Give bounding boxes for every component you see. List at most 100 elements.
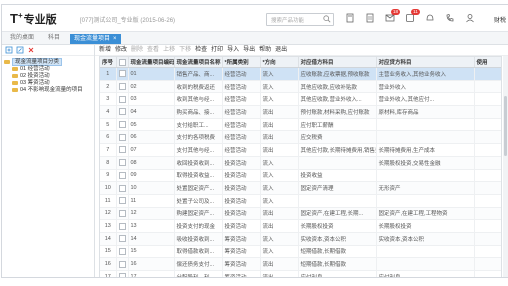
tab-1[interactable]: 科目 (44, 33, 64, 43)
table-cell[interactable] (116, 232, 129, 246)
table-row[interactable]: 15 15 取得借款收到... 筹资活动 流入 短期借款,长期借款 (100, 245, 501, 259)
toolbar-button[interactable]: 上移 (163, 47, 175, 53)
toolbar-button[interactable]: 查看 (147, 47, 159, 53)
table-row[interactable]: 17 17 分配股利、利... 筹资活动 流出 应付利息 应付利息 (100, 270, 501, 277)
table-row[interactable]: 13 13 投资支付的现金 投资活动 流出 长期股权投资 长期股权投资 (100, 219, 501, 233)
table-cell[interactable] (116, 245, 129, 259)
table-row[interactable]: 9 09 取得投资收益... 投资活动 流入 投资收益 (100, 169, 501, 183)
delete-category-icon[interactable] (27, 46, 35, 54)
table-cell[interactable] (116, 169, 129, 183)
column-header[interactable]: 现金流量项目编码 (128, 57, 175, 68)
row-checkbox[interactable] (118, 108, 126, 116)
column-header[interactable]: 现金流量项目名称 (174, 57, 223, 68)
column-header[interactable] (116, 57, 129, 68)
tab-2[interactable]: 现金流量项目 × (70, 34, 121, 44)
row-checkbox[interactable] (118, 83, 126, 91)
row-checkbox[interactable] (118, 70, 126, 78)
table-row[interactable]: 16 16 偿还债务支付... 筹资活动 流出 短期借款,长期借款 (100, 257, 501, 271)
column-header[interactable]: 使用 (474, 57, 501, 68)
search-icon[interactable] (323, 15, 331, 23)
table-row[interactable]: 4 04 购买商品、接... 经营活动 流出 预付账款,材料采购,应付账款 原材料,库存商品 (100, 105, 501, 119)
tab-0[interactable]: 我的桌面 (6, 33, 38, 43)
tree-node[interactable]: 02 投资活动 (4, 73, 83, 80)
column-header[interactable]: 对应贷方科目 (376, 57, 475, 68)
row-checkbox[interactable] (118, 260, 126, 268)
tree-node[interactable]: 04 不影响现金流量的项目 (4, 87, 83, 94)
close-tab-icon[interactable]: × (113, 36, 117, 42)
row-checkbox[interactable] (118, 184, 126, 192)
edit-category-icon[interactable] (16, 46, 24, 54)
row-checkbox[interactable] (118, 121, 126, 129)
table-cell: 收到其他与经... (174, 92, 223, 107)
row-checkbox[interactable] (118, 235, 126, 243)
tree-root[interactable]: 现金流量项目分类 (4, 58, 83, 66)
table-cell[interactable] (116, 67, 129, 81)
table-row[interactable]: 1 01 销售产品、商... 经营活动 流入 应收账款,应收票据,预收账款 主营业务收入,其… (100, 67, 501, 81)
tree-node[interactable]: 01 经营活动 (4, 66, 83, 73)
table-cell[interactable] (116, 156, 129, 170)
table-cell[interactable] (116, 80, 129, 94)
table-cell[interactable] (116, 143, 129, 157)
row-checkbox[interactable] (118, 171, 126, 179)
table-cell[interactable] (116, 270, 129, 277)
toolbar-button[interactable]: 帮助 (259, 47, 271, 53)
row-checkbox[interactable] (118, 146, 126, 154)
column-header[interactable]: 序号 (100, 57, 117, 68)
row-checkbox[interactable] (118, 222, 126, 230)
user-icon[interactable] (465, 13, 475, 23)
table-row[interactable]: 7 07支付其他与经...经营活动流出其他应付款,长期待摊费用,销售费用长期待摊费… (100, 143, 501, 157)
calculator-icon[interactable] (345, 13, 355, 23)
table-cell[interactable] (116, 130, 129, 145)
add-category-icon[interactable] (5, 46, 13, 54)
row-checkbox[interactable] (118, 159, 126, 167)
table-row[interactable]: 6 06 支付的各项税费 经营活动 流出 应交税费 (100, 130, 501, 145)
table-cell[interactable] (116, 207, 129, 221)
toolbar-button[interactable]: 修改 (115, 47, 127, 53)
column-header[interactable]: 对应借方科目 (298, 57, 377, 68)
scrollbar-thumb[interactable] (504, 96, 507, 156)
table-cell[interactable] (116, 181, 129, 195)
table-row[interactable]: 11 11 处置子公司及... 投资活动 流入 (100, 194, 501, 208)
notification-icon[interactable]: 11 (405, 9, 420, 23)
table-cell[interactable] (116, 118, 129, 132)
table-row[interactable]: 5 05 支付给职工... 经营活动 流出 应付职工薪酬 (100, 118, 501, 132)
vertical-scrollbar[interactable] (503, 56, 508, 277)
table-row[interactable]: 2 02 收到的税费返还 经营活动 流入 其他应收款,应收补贴款 营业外收入 (100, 80, 501, 94)
table-cell[interactable] (116, 257, 129, 271)
search-input[interactable]: 搜索产品功能 (266, 13, 334, 26)
toolbar-button[interactable]: 删除 (131, 47, 143, 53)
toolbar-button[interactable]: 打印 (211, 47, 223, 53)
column-header[interactable]: *方向 (260, 57, 299, 68)
toolbar-button[interactable]: 导入 (227, 47, 239, 53)
table-cell[interactable] (116, 219, 129, 233)
toolbar-button[interactable]: 新增 (99, 47, 111, 53)
phone-icon[interactable] (445, 13, 455, 23)
table-row[interactable]: 8 08 收回投资收到... 投资活动 流入 长期股权投资,交易性金融 (100, 156, 501, 170)
table-cell: 经营活动 (222, 118, 261, 132)
table-row[interactable]: 14 14 吸收投资收到... 筹资活动 流入 实收资本,资本公积 实收资本,资本公积 (100, 232, 501, 246)
toolbar-button[interactable]: 导出 (243, 47, 255, 53)
row-checkbox[interactable] (118, 273, 126, 277)
toolbar-button[interactable]: 下移 (179, 47, 191, 53)
document-icon[interactable] (365, 13, 375, 23)
row-checkbox[interactable] (118, 197, 126, 205)
table-row[interactable]: 3 03 收到其他与经... 经营活动 流入 其他应收款,营业外收入... 营业外收入,其他… (100, 92, 501, 107)
table-row[interactable]: 12 12 购建固定资产... 投资活动 流出 固定资产,在建工程,长期... 固定资产,在… (100, 207, 501, 221)
row-checkbox[interactable] (118, 209, 126, 217)
bell-icon[interactable] (425, 13, 435, 23)
toolbar-button[interactable]: 退出 (275, 47, 287, 53)
column-header[interactable]: *所属类别 (222, 57, 261, 68)
table-cell[interactable] (116, 105, 129, 119)
table-cell[interactable] (116, 92, 129, 107)
table-cell[interactable] (116, 194, 129, 208)
table-row[interactable]: 10 10 处置固定资产... 投资活动 流入 固定资产清理 无形资产 (100, 181, 501, 195)
row-checkbox[interactable] (118, 133, 126, 141)
row-checkbox[interactable] (118, 247, 126, 255)
toolbar-button[interactable]: 检查 (195, 47, 207, 53)
row-checkbox[interactable] (118, 95, 126, 103)
user-name[interactable]: 财税 (494, 15, 506, 24)
table-cell: 02 (128, 80, 175, 94)
message-icon[interactable]: 18 (385, 9, 400, 23)
select-all-checkbox[interactable] (118, 58, 126, 66)
tree-node[interactable]: 03 筹资活动 (4, 80, 83, 87)
